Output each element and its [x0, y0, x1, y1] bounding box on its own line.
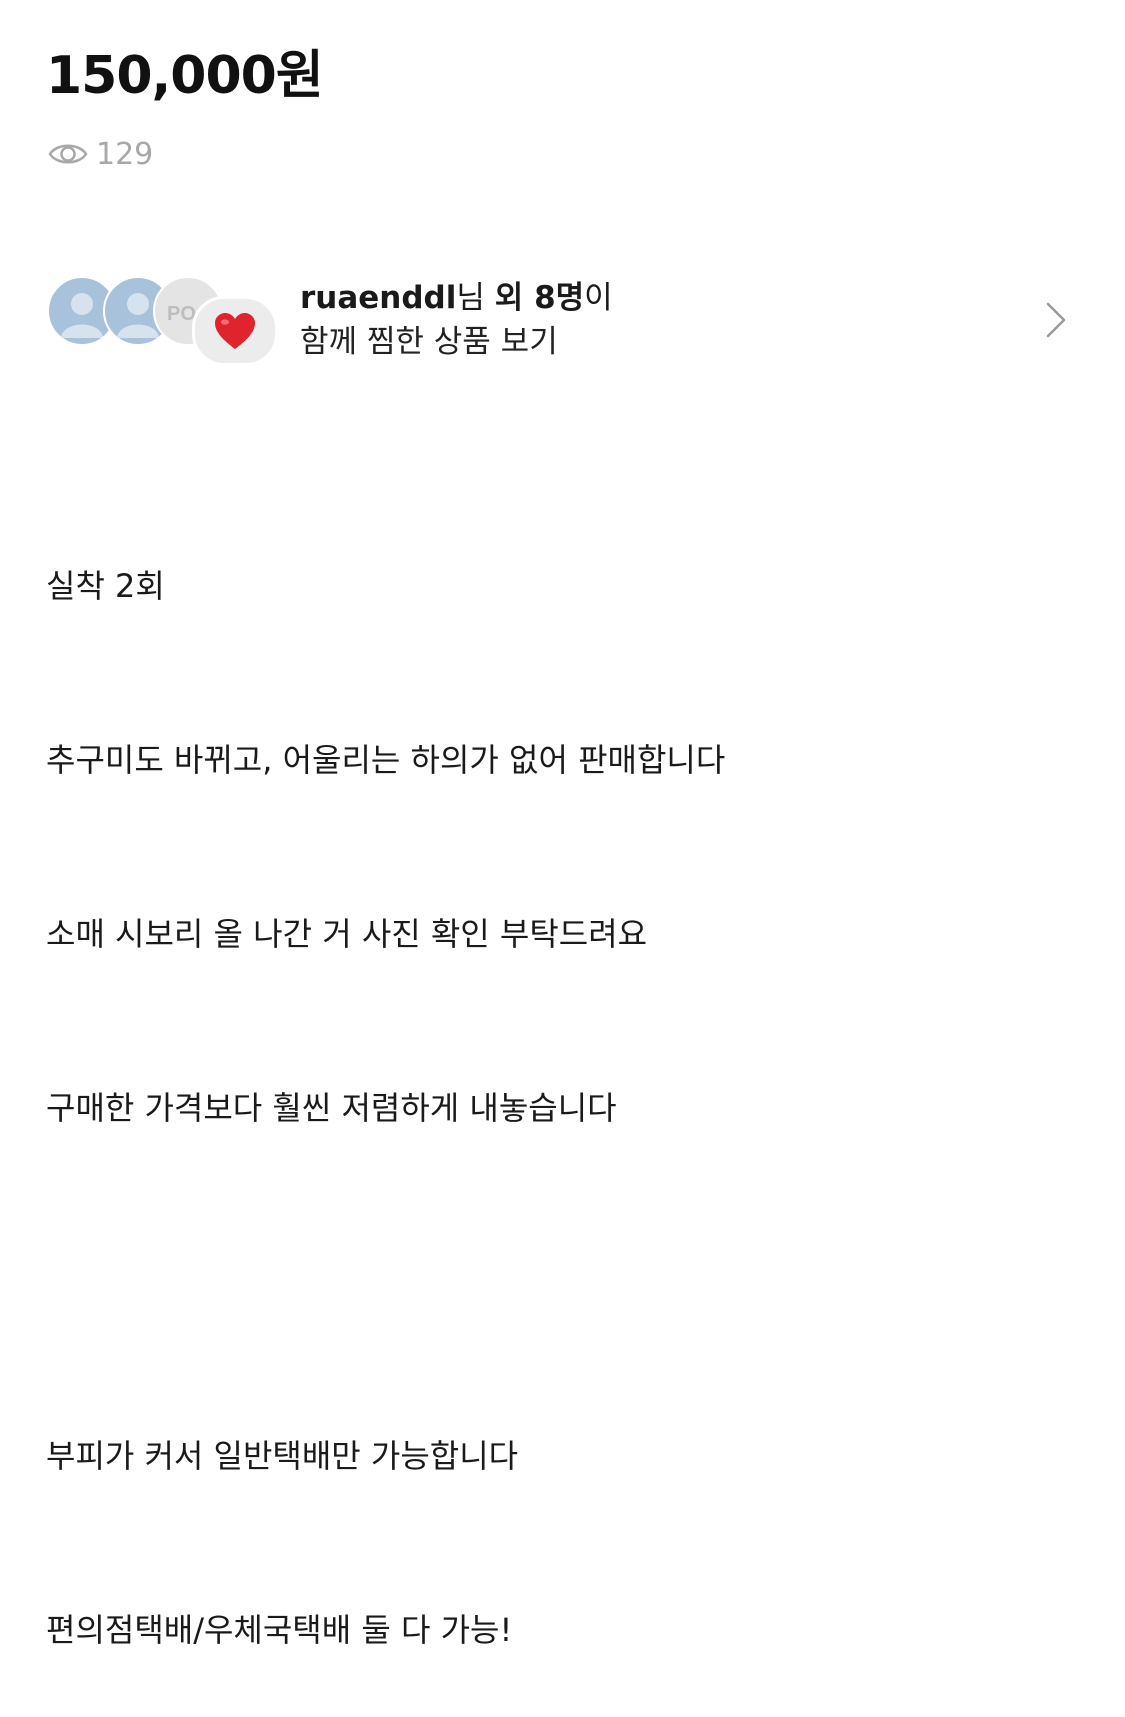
heart-badge: [192, 296, 278, 366]
description-line: 추구미도 바뀌고, 어울리는 하의가 없어 판매합니다: [46, 741, 726, 779]
view-count-value: 129: [96, 136, 154, 172]
liked-together-text: ruaenddl님 외 8명이 함께 찜한 상품 보기: [300, 276, 613, 364]
liked-together-link: 함께 찜한 상품 보기: [300, 324, 558, 360]
description-line: 편의점택배/우체국택배 둘 다 가능!: [46, 1611, 513, 1649]
particle: 이: [584, 280, 613, 316]
heart-highlight: [221, 319, 229, 325]
others-count: 외 8명: [494, 280, 585, 316]
description-blank-line: [46, 1253, 725, 1311]
price: 150,000원: [46, 46, 324, 106]
honorific: 님: [456, 280, 495, 316]
heart-icon: [215, 313, 255, 349]
description-line: 부피가 커서 일반택배만 가능합니다: [46, 1437, 519, 1475]
description-line: 구매한 가격보다 훨씬 저렴하게 내놓습니다: [46, 1089, 617, 1127]
description-line: 소매 시보리 올 나간 거 사진 확인 부탁드려요: [46, 915, 648, 953]
liked-together-line1: ruaenddl님 외 8명이: [300, 276, 613, 320]
username: ruaenddl: [300, 280, 457, 316]
description-line: 실착 2회: [46, 567, 165, 605]
product-description: 실착 2회 추구미도 바뀌고, 어울리는 하의가 없어 판매합니다 소매 시보리…: [46, 441, 725, 1717]
eye-icon: [48, 144, 88, 164]
liked-together-row[interactable]: PO ruaenddl님 외 8명이 함께 찜한 상품 보기: [0, 266, 1125, 376]
heart-shape: [215, 313, 255, 349]
view-count: 129: [48, 134, 153, 174]
chevron-right-icon[interactable]: [1043, 300, 1069, 340]
